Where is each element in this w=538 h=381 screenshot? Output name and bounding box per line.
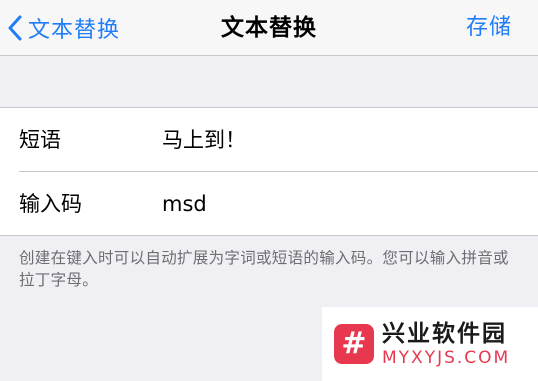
phrase-field[interactable]: 马上到！: [162, 108, 246, 172]
watermark-logo-icon: #: [334, 324, 374, 364]
navigation-bar: 文本替换 文本替换 存储: [0, 0, 538, 56]
shortcut-label: 输入码: [19, 192, 82, 216]
shortcut-field[interactable]: msd: [162, 172, 207, 236]
phrase-row[interactable]: 短语 马上到！: [0, 108, 538, 172]
watermark-text: 兴业软件园 MYXYJS.COM: [382, 320, 510, 368]
watermark-name: 兴业软件园: [382, 321, 507, 347]
phrase-label: 短语: [19, 128, 61, 152]
text-replacement-form: 短语 马上到！ 输入码 msd: [0, 107, 538, 236]
shortcut-row[interactable]: 输入码 msd: [0, 172, 538, 236]
watermark-domain: MYXYJS.COM: [382, 348, 511, 368]
watermark: # 兴业软件园 MYXYJS.COM: [322, 307, 538, 381]
page-title: 文本替换: [221, 15, 317, 41]
save-button[interactable]: 存储: [466, 0, 512, 56]
footer-note: 创建在键入时可以自动扩展为字词或短语的输入码。您可以输入拼音或拉丁字母。: [19, 249, 509, 289]
